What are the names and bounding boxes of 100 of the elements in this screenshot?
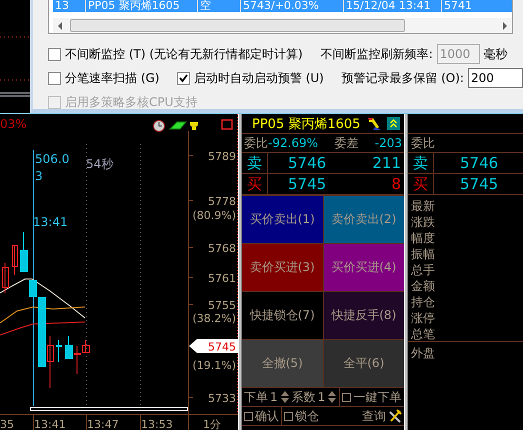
symbol-title: PP05 聚丙烯1605 bbox=[252, 116, 361, 132]
candlestick bbox=[20, 232, 28, 272]
table-cell: 15/12/04 13:41 bbox=[344, 0, 442, 12]
field-label: 总笔 bbox=[411, 326, 436, 342]
multiplier-value[interactable]: 1 bbox=[318, 390, 326, 404]
field-label: 涨跌 bbox=[411, 214, 436, 230]
field-label: 总手 bbox=[411, 262, 436, 278]
time-label: 13:47 bbox=[87, 418, 119, 430]
qty-value[interactable]: 1 bbox=[270, 390, 278, 404]
checkbox-label: 确认 bbox=[255, 408, 279, 424]
pointer-icon[interactable] bbox=[367, 117, 381, 130]
side-label: 卖 bbox=[408, 153, 434, 173]
cursor-value: 506.0 bbox=[35, 152, 70, 166]
checkbox[interactable] bbox=[244, 412, 253, 420]
period-label[interactable]: 1分 bbox=[203, 418, 221, 430]
checkbox[interactable] bbox=[342, 392, 352, 402]
action-button[interactable]: 买价卖出(1) bbox=[242, 196, 322, 243]
checkbox-label: 不间断监控 (T) (无论有无新行情都定时计算) bbox=[65, 46, 303, 62]
checkbox[interactable] bbox=[48, 72, 61, 84]
field-label: 持仓 bbox=[411, 294, 436, 310]
action-button[interactable]: 全平(6) bbox=[324, 340, 404, 387]
change-text: 03% bbox=[0, 117, 27, 131]
field-label: 振幅 bbox=[411, 246, 436, 262]
scrollbar-thumb[interactable] bbox=[70, 19, 405, 32]
checkbox-label: 启用多策略多核CPU支持 bbox=[65, 94, 198, 109]
candlestick bbox=[12, 244, 18, 276]
table-row[interactable]: 13 PP05 聚丙烯1605 空 5743/+0.03% 15/12/04 13:41 5741 bbox=[53, 0, 512, 12]
price-value: 5746 bbox=[288, 154, 328, 172]
ratio-label: 委比 bbox=[244, 134, 268, 152]
price-label: (80.9%) bbox=[192, 209, 236, 222]
action-button[interactable]: 卖价买进(3) bbox=[242, 244, 322, 291]
spin-button[interactable] bbox=[327, 390, 338, 404]
query-button[interactable]: 查询 bbox=[360, 408, 404, 424]
action-button[interactable]: 买价买进(4) bbox=[324, 244, 404, 291]
checkbox-label: 一鍵下单 bbox=[353, 388, 402, 406]
price-value: 5745 bbox=[288, 175, 328, 193]
checkbox-label: 启动时自动启动预警 (U) bbox=[194, 70, 324, 86]
price-label: 5733 bbox=[208, 392, 236, 405]
price-label: (19.1%) bbox=[192, 359, 236, 372]
checkbox-label: 分笔速率扫描 (G) bbox=[65, 70, 160, 86]
multiplier-label: 系数 bbox=[292, 388, 316, 406]
side-label: 买 bbox=[242, 174, 268, 194]
price-label: 5778 bbox=[208, 195, 236, 208]
tools-icon bbox=[388, 409, 402, 423]
clock-icon[interactable] bbox=[153, 120, 165, 132]
triangle-right-icon bbox=[502, 22, 508, 30]
action-button[interactable]: 全撤(5) bbox=[242, 340, 322, 387]
chip-icon[interactable] bbox=[168, 122, 188, 130]
countdown-text: 54秒 bbox=[86, 157, 114, 171]
cursor-volume: 3 bbox=[35, 169, 43, 183]
scrollbar[interactable] bbox=[30, 407, 188, 411]
price-label: 5755 bbox=[208, 299, 236, 312]
field-label: 外盘 bbox=[411, 346, 435, 360]
ratio-value: -92.69% bbox=[268, 136, 318, 150]
chevron-up-icon bbox=[390, 119, 397, 128]
expand-button[interactable] bbox=[387, 117, 400, 130]
volume-value: 211 bbox=[372, 154, 401, 172]
triangle-left-icon bbox=[58, 22, 62, 30]
price-label: (38.2%) bbox=[192, 312, 236, 325]
field-label: 预警记录最多保留 (O): bbox=[341, 70, 464, 86]
price-label: 5768 bbox=[208, 242, 236, 255]
price-label: 5761 bbox=[208, 272, 236, 285]
unit-label: 毫秒 bbox=[484, 46, 508, 62]
time-label: 13:41 bbox=[34, 418, 66, 430]
list-box[interactable]: 13 PP05 聚丙烯1605 空 5743/+0.03% 15/12/04 13:41 5741 bbox=[48, 0, 513, 34]
spin-button[interactable] bbox=[280, 390, 290, 404]
scrollbar[interactable] bbox=[53, 18, 512, 33]
field-label: 涨停 bbox=[411, 310, 436, 326]
volume-value: 8 bbox=[391, 175, 401, 193]
action-button[interactable]: 快捷反手(8) bbox=[324, 292, 404, 339]
trophy-icon[interactable] bbox=[190, 122, 198, 130]
candlestick bbox=[2, 262, 9, 294]
table-cell-text: 5741 bbox=[443, 0, 473, 12]
window-icon[interactable] bbox=[221, 119, 233, 130]
side-label: 买 bbox=[408, 174, 434, 194]
candlestick bbox=[56, 340, 62, 362]
ratio-label: 委比 bbox=[411, 134, 435, 152]
field-label: 不间断监控刷新频率: bbox=[320, 46, 433, 62]
table-cell: 空 bbox=[198, 0, 241, 12]
table-cell: 13 bbox=[53, 0, 86, 12]
price-value: 5746 bbox=[459, 153, 500, 173]
diff-value: -203 bbox=[374, 136, 402, 150]
input-field[interactable]: 200 bbox=[468, 68, 523, 88]
diff-label: 委差 bbox=[334, 134, 358, 152]
checkbox[interactable] bbox=[176, 72, 190, 84]
field-label: 金额 bbox=[411, 278, 436, 294]
table-cell: PP05 聚丙烯1605 bbox=[86, 0, 198, 12]
price-value: 5745 bbox=[459, 174, 500, 194]
action-button[interactable]: 快捷锁仓(7) bbox=[242, 292, 322, 339]
time-label: 35 bbox=[0, 418, 14, 430]
side-label: 卖 bbox=[242, 153, 268, 173]
qty-label: 下单 bbox=[244, 388, 268, 406]
checkbox[interactable] bbox=[284, 412, 293, 420]
time-label: 13:53 bbox=[141, 418, 173, 430]
field-label: 幅度 bbox=[411, 230, 436, 246]
input-field: 1000 bbox=[436, 44, 480, 64]
checkbox[interactable] bbox=[48, 48, 61, 60]
field-label: 最新 bbox=[411, 198, 436, 214]
price-tag: 5745 bbox=[189, 339, 238, 354]
table-cell: 5743/+0.03% bbox=[241, 0, 344, 12]
